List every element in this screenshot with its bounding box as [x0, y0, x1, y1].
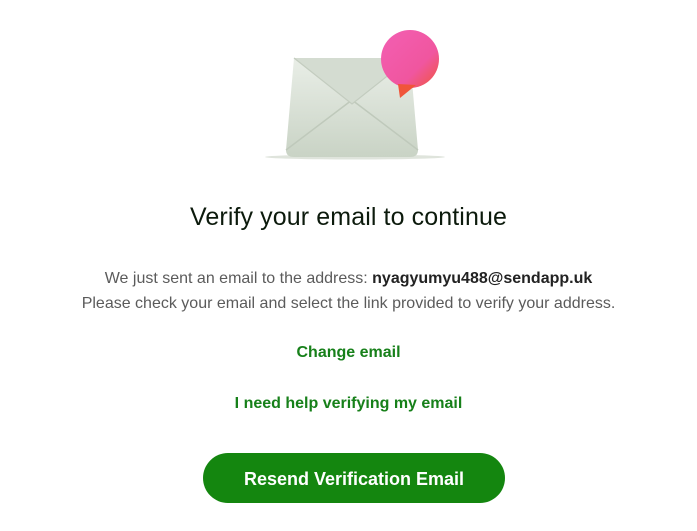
envelope-icon	[265, 30, 445, 160]
sent-email-prefix: We just sent an email to the address:	[104, 270, 373, 287]
email-address: nyagyumyu488@sendapp.uk	[372, 270, 593, 287]
change-email-link[interactable]: Change email	[0, 344, 697, 362]
help-verify-link[interactable]: I need help verifying my email	[0, 395, 697, 413]
page-title: Verify your email to continue	[190, 203, 507, 231]
sent-email-message: We just sent an email to the address: ny…	[0, 267, 697, 291]
email-envelope-illustration	[258, 22, 458, 167]
check-email-instructions: Please check your email and select the l…	[81, 295, 616, 312]
resend-verification-button[interactable]: Resend Verification Email	[203, 453, 505, 503]
